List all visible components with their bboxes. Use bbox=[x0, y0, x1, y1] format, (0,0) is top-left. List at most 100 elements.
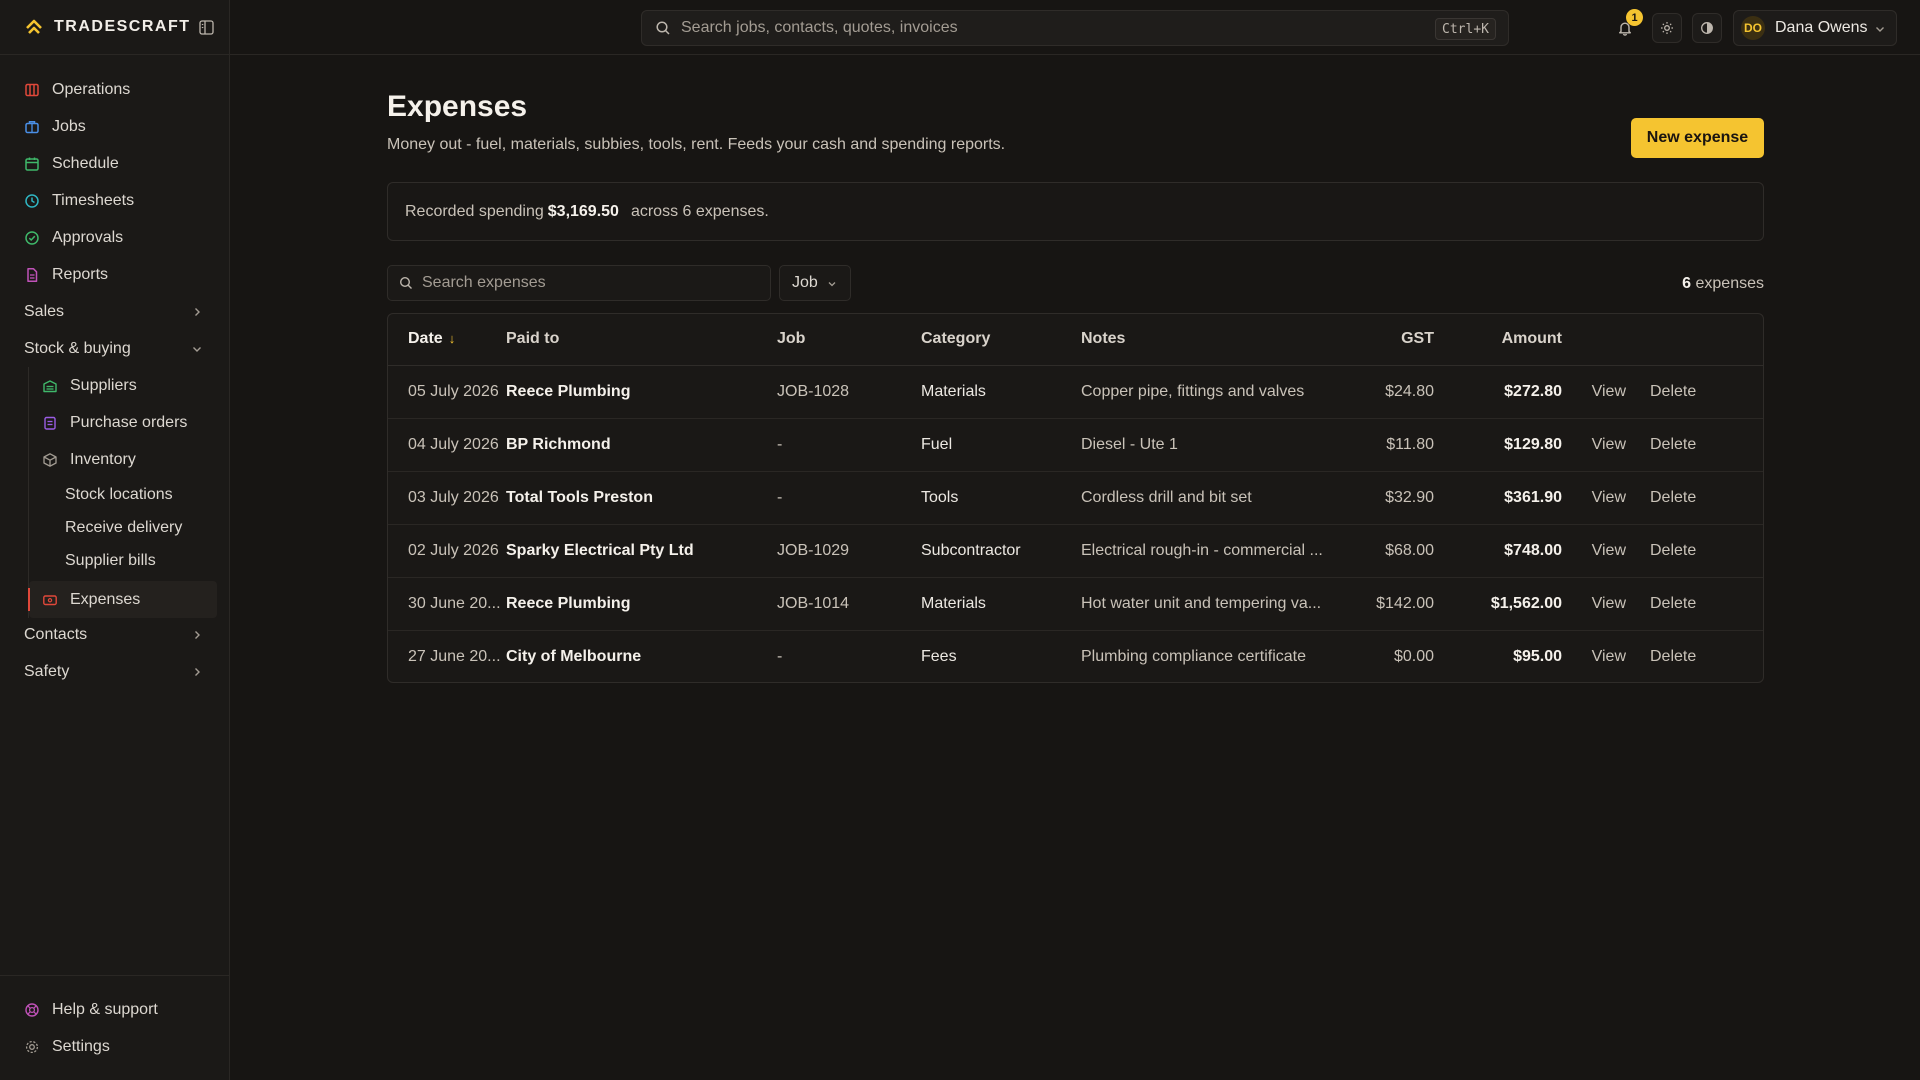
sidebar-item-reports[interactable]: Reports bbox=[0, 256, 229, 293]
user-menu-button[interactable]: DO Dana Owens bbox=[1733, 10, 1897, 46]
sidebar-item-label: Expenses bbox=[70, 590, 141, 608]
sidebar-item-schedule[interactable]: Schedule bbox=[0, 145, 229, 182]
page-title: Expenses bbox=[387, 90, 528, 123]
cell-category: Materials bbox=[921, 577, 1081, 631]
summary-total: $3,169.50 bbox=[547, 202, 619, 220]
sidebar-item-label: Timesheets bbox=[52, 191, 135, 209]
view-button[interactable]: View bbox=[1592, 383, 1626, 400]
sidebar-item-inventory[interactable]: Inventory bbox=[29, 441, 229, 478]
new-expense-button[interactable]: New expense bbox=[1631, 118, 1764, 158]
cell-notes: Plumbing compliance certificate bbox=[1081, 647, 1306, 665]
chevron-right-icon bbox=[195, 630, 200, 639]
sidebar-item-expenses[interactable]: Expenses bbox=[28, 581, 217, 618]
cell-category: Materials bbox=[921, 365, 1081, 419]
column-header-label: Date bbox=[408, 330, 443, 348]
table-row[interactable]: 04 July 2026 BP Richmond - Fuel Diesel -… bbox=[388, 418, 1763, 472]
cell-notes: Electrical rough-in - commercial ... bbox=[1081, 524, 1347, 578]
theme-toggle-button[interactable] bbox=[1652, 13, 1682, 43]
sidebar-item-label: Approvals bbox=[52, 228, 124, 246]
cell-category: Subcontractor bbox=[921, 524, 1081, 578]
global-search[interactable]: Ctrl+K bbox=[641, 10, 1509, 46]
sidebar-item-stock-locations[interactable]: Stock locations bbox=[29, 478, 229, 511]
cell-gst: $68.00 bbox=[1347, 524, 1434, 578]
cell-job: - bbox=[777, 418, 921, 472]
job-filter-select[interactable]: Job bbox=[779, 265, 851, 301]
cell-amount: $361.90 bbox=[1434, 471, 1562, 525]
view-button[interactable]: View bbox=[1592, 648, 1626, 665]
sidebar-item-label: Receive delivery bbox=[65, 518, 183, 536]
contrast-toggle-button[interactable] bbox=[1692, 13, 1722, 43]
sidebar-item-timesheets[interactable]: Timesheets bbox=[0, 182, 229, 219]
sidebar-item-operations[interactable]: Operations bbox=[0, 71, 229, 108]
brand-name: TRADESCRAFT bbox=[54, 18, 191, 35]
cell-category: Fees bbox=[921, 647, 957, 665]
delete-button[interactable]: Delete bbox=[1650, 595, 1696, 612]
table-row[interactable]: 03 July 2026 Total Tools Preston - Tools… bbox=[388, 471, 1763, 525]
sidebar-item-label: Schedule bbox=[52, 154, 119, 172]
expense-count: 6 expenses bbox=[1682, 275, 1764, 293]
cell-date: 04 July 2026 bbox=[388, 418, 506, 472]
sidebar-group-sales[interactable]: Sales bbox=[0, 293, 229, 330]
cell-gst: $142.00 bbox=[1347, 577, 1434, 631]
notifications-button[interactable]: 1 bbox=[1610, 9, 1643, 43]
cell-paid-to: Reece Plumbing bbox=[506, 577, 777, 631]
sidebar-group-contacts[interactable]: Contacts bbox=[0, 616, 229, 653]
cell-amount: $129.80 bbox=[1434, 418, 1562, 472]
job-filter-label: Job bbox=[792, 274, 818, 291]
column-header-amount: Amount bbox=[1434, 314, 1562, 366]
sidebar-item-purchase-orders[interactable]: Purchase orders bbox=[29, 404, 229, 441]
column-header-gst: GST bbox=[1347, 314, 1434, 366]
table-row[interactable]: 27 June 20... City of Melbourne - Fees P… bbox=[388, 630, 1763, 682]
table-row[interactable]: 30 June 20... Reece Plumbing JOB-1014 Ma… bbox=[388, 577, 1763, 631]
delete-button[interactable]: Delete bbox=[1650, 489, 1696, 506]
cell-gst: $11.80 bbox=[1347, 418, 1434, 472]
sidebar-item-label: Settings bbox=[52, 1037, 110, 1055]
sidebar-item-settings[interactable]: Settings bbox=[0, 1028, 229, 1065]
sidebar-item-supplier-bills[interactable]: Supplier bills bbox=[29, 544, 229, 577]
delete-button[interactable]: Delete bbox=[1650, 542, 1696, 559]
expense-search-input[interactable] bbox=[422, 274, 762, 292]
sidebar-item-approvals[interactable]: Approvals bbox=[0, 219, 229, 256]
page-subtitle: Money out - fuel, materials, subbies, to… bbox=[387, 136, 1006, 153]
sidebar-group-stock-buying[interactable]: Stock & buying bbox=[0, 330, 229, 367]
chevron-right-icon bbox=[195, 667, 200, 676]
cell-amount: $95.00 bbox=[1513, 647, 1562, 665]
table-row[interactable]: 05 July 2026 Reece Plumbing JOB-1028 Mat… bbox=[388, 365, 1763, 419]
delete-button[interactable]: Delete bbox=[1650, 648, 1696, 665]
column-header-date[interactable]: Date ↓ bbox=[388, 314, 506, 366]
cell-paid-to: Reece Plumbing bbox=[506, 365, 777, 419]
sidebar-item-receive-delivery[interactable]: Receive delivery bbox=[29, 511, 229, 544]
cell-gst: $24.80 bbox=[1347, 365, 1434, 419]
view-button[interactable]: View bbox=[1592, 542, 1626, 559]
cell-job: JOB-1029 bbox=[777, 524, 921, 578]
notification-badge: 1 bbox=[1626, 9, 1643, 26]
expense-search[interactable] bbox=[387, 265, 771, 301]
column-header-notes: Notes bbox=[1081, 314, 1347, 366]
spending-summary: Recorded spending $3,169.50 across 6 exp… bbox=[387, 182, 1764, 241]
calendar-icon bbox=[25, 157, 39, 171]
search-shortcut-hint: Ctrl+K bbox=[1435, 18, 1496, 40]
sidebar-item-label: Operations bbox=[52, 80, 131, 98]
sidebar-item-suppliers[interactable]: Suppliers bbox=[29, 367, 229, 404]
operations-icon bbox=[25, 83, 39, 96]
view-button[interactable]: View bbox=[1592, 595, 1626, 612]
view-button[interactable]: View bbox=[1592, 489, 1626, 506]
clock-icon bbox=[25, 193, 39, 208]
sidebar-toggle-icon[interactable] bbox=[198, 19, 214, 35]
view-button[interactable]: View bbox=[1592, 436, 1626, 453]
cell-job: - bbox=[777, 471, 921, 525]
column-header-job: Job bbox=[777, 314, 921, 366]
contrast-icon bbox=[1701, 22, 1713, 34]
cell-notes: Cordless drill and bit set bbox=[1081, 471, 1347, 525]
sidebar-item-jobs[interactable]: Jobs bbox=[0, 108, 229, 145]
delete-button[interactable]: Delete bbox=[1650, 436, 1696, 453]
global-search-input[interactable] bbox=[681, 19, 1421, 37]
table-row[interactable]: 02 July 2026 Sparky Electrical Pty Ltd J… bbox=[388, 524, 1763, 578]
cell-notes: Copper pipe, fittings and valves bbox=[1081, 365, 1347, 419]
sidebar-footer: Help & support Settings bbox=[0, 975, 229, 1065]
sidebar-item-label: Stock locations bbox=[65, 485, 173, 503]
delete-button[interactable]: Delete bbox=[1650, 383, 1696, 400]
sidebar-item-help-support[interactable]: Help & support bbox=[0, 991, 229, 1028]
sidebar-group-safety[interactable]: Safety bbox=[0, 653, 229, 690]
cell-amount: $748.00 bbox=[1434, 524, 1562, 578]
